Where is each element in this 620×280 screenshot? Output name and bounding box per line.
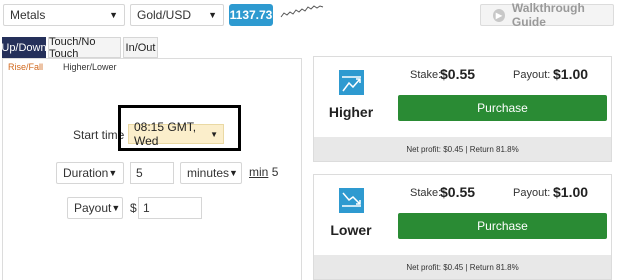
amount-input[interactable]: 1 — [138, 197, 202, 219]
asset-select-value: Gold/USD — [137, 8, 192, 22]
walkthrough-guide-button[interactable]: ▶ Walkthrough Guide — [480, 1, 614, 29]
basis-select[interactable]: Payout ▼ — [67, 197, 123, 219]
payout-value: $1.00 — [553, 184, 589, 200]
market-select[interactable]: Metals ▼ — [3, 4, 125, 26]
minimum-duration-hint: min 5 — [249, 165, 278, 179]
tab-in-out[interactable]: In/Out — [123, 37, 158, 58]
start-time-label: Start time — [73, 128, 125, 142]
amount-value: 1 — [143, 201, 150, 215]
duration-type-select[interactable]: Duration ▼ — [56, 162, 124, 184]
currency-symbol: $ — [130, 201, 137, 215]
net-profit-info: Net profit: $0.45 | Return 81.8% — [314, 255, 611, 279]
minimum-value: 5 — [271, 165, 279, 179]
price-sparkline — [280, 5, 324, 18]
walkthrough-label: Walkthrough Guide — [511, 1, 585, 29]
contract-name: Lower — [330, 222, 372, 238]
basis-value: Payout — [74, 201, 112, 215]
contract-name: Higher — [328, 104, 374, 120]
tab-label: In/Out — [125, 41, 156, 54]
start-time-select[interactable]: 08:15 GMT, Wed ▼ — [128, 120, 224, 148]
purchase-higher-button[interactable]: Purchase — [398, 95, 607, 121]
tab-up-down[interactable]: Up/Down — [1, 37, 47, 58]
duration-amount-input[interactable]: 5 — [130, 162, 174, 184]
chevron-down-icon: ▼ — [208, 10, 217, 20]
stake-label: Stake: — [410, 69, 442, 81]
lower-icon — [339, 188, 364, 213]
tab-touch-no-touch[interactable]: Touch/No Touch — [48, 35, 121, 60]
minimum-label: min — [249, 165, 269, 179]
chevron-down-icon: ▼ — [108, 168, 118, 178]
purchase-lower-button[interactable]: Purchase — [398, 213, 607, 239]
higher-contract-card: Higher Stake: $0.55 Payout: $1.00 Purcha… — [313, 56, 612, 162]
net-profit-info: Net profit: $0.45 | Return 81.8% — [314, 137, 611, 161]
chevron-down-icon: ▼ — [210, 129, 218, 139]
chevron-down-icon: ▼ — [229, 168, 238, 178]
duration-type-value: Duration — [63, 166, 109, 180]
stake-label: Stake: — [410, 187, 442, 199]
tab-label: Touch/No Touch — [49, 35, 96, 60]
chevron-down-icon: ▼ — [109, 10, 118, 20]
subtab-higher-lower[interactable]: Higher/Lower — [63, 62, 117, 72]
stake-value: $0.55 — [440, 66, 476, 82]
duration-unit-select[interactable]: minutes ▼ — [180, 162, 242, 184]
payout-value: $1.00 — [553, 66, 589, 82]
play-icon: ▶ — [493, 8, 505, 22]
start-time-value: 08:15 GMT, Wed — [134, 120, 197, 148]
payout-label: Payout: — [513, 69, 551, 81]
stake-value: $0.55 — [440, 184, 476, 200]
lower-contract-card: Lower Stake: $0.55 Payout: $1.00 Purchas… — [313, 174, 612, 280]
spot-price-badge: 1137.73 — [229, 4, 273, 26]
chevron-down-icon: ▼ — [111, 203, 121, 213]
duration-amount-value: 5 — [136, 166, 143, 180]
tab-label: Up/Down — [1, 41, 47, 54]
subtab-rise-fall[interactable]: Rise/Fall — [8, 62, 43, 72]
spot-price: 1137.73 — [229, 8, 273, 22]
higher-icon — [339, 70, 364, 95]
duration-unit-value: minutes — [187, 166, 230, 180]
market-select-value: Metals — [10, 8, 46, 22]
payout-label: Payout: — [513, 187, 551, 199]
asset-select[interactable]: Gold/USD ▼ — [130, 4, 224, 26]
